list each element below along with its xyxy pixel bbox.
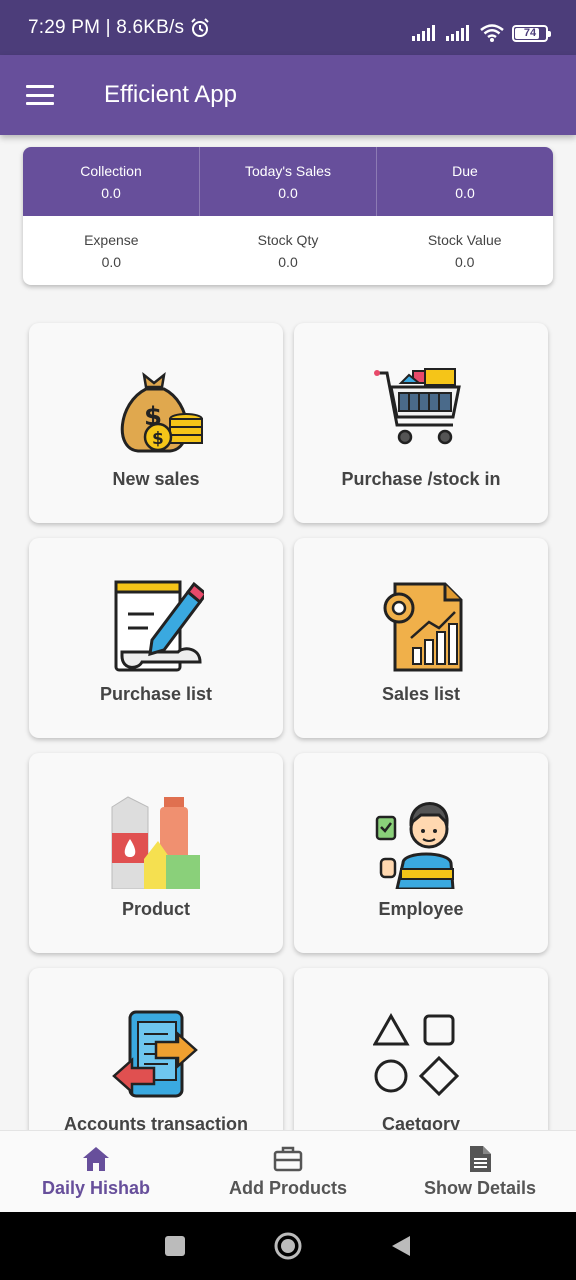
tile-label: Sales list	[381, 684, 461, 704]
tile-label: Purchase list	[99, 684, 213, 704]
summary-label: Stock Qty	[257, 231, 319, 248]
purchase-list-tile[interactable]: Purchase list	[29, 538, 283, 738]
report-chart-icon	[383, 582, 463, 672]
hamburger-menu-icon[interactable]	[26, 85, 54, 105]
home-icon	[83, 1147, 109, 1171]
signal-icon	[446, 25, 469, 41]
money-bag-icon: $ $	[120, 371, 203, 453]
back-icon[interactable]	[390, 1234, 412, 1258]
summary-label: Expense	[84, 231, 139, 248]
sales-list-tile[interactable]: Sales list	[294, 538, 548, 738]
app-bar: Efficient App	[0, 55, 576, 135]
nav-label: Show Details	[423, 1178, 537, 1198]
summary-stock-value: Stock Value 0.0	[376, 216, 553, 285]
summary-due: Due 0.0	[377, 147, 553, 216]
summary-value: 0.0	[455, 184, 475, 201]
nav-show-details[interactable]: Show Details	[384, 1131, 576, 1212]
svg-text:$: $	[152, 429, 164, 449]
battery-icon: 74	[512, 24, 551, 42]
summary-stock-qty: Stock Qty 0.0	[200, 216, 377, 285]
summary-label: Today's Sales	[245, 162, 331, 179]
battery-level: 74	[523, 27, 537, 39]
nav-daily-hishab[interactable]: Daily Hishab	[0, 1131, 192, 1212]
product-tile[interactable]: Product	[29, 753, 283, 953]
wifi-icon	[480, 24, 504, 42]
summary-label: Stock Value	[427, 231, 502, 248]
summary-label: Due	[452, 162, 478, 179]
tile-label: Purchase /stock in	[341, 469, 501, 489]
tile-label: Product	[121, 899, 190, 919]
summary-collection: Collection 0.0	[23, 147, 200, 216]
summary-value: 0.0	[101, 253, 122, 270]
shopping-cart-icon	[374, 368, 461, 445]
summary-card: Collection 0.0 Today's Sales 0.0 Due 0.0…	[23, 147, 553, 285]
document-icon	[470, 1146, 491, 1172]
employee-icon	[375, 802, 455, 889]
app-title: Efficient App	[104, 81, 237, 108]
signal-icon	[412, 25, 435, 41]
briefcase-icon	[273, 1146, 303, 1172]
summary-value: 0.0	[278, 184, 298, 201]
nav-add-products[interactable]: Add Products	[192, 1131, 384, 1212]
tile-label: Employee	[378, 899, 464, 919]
purchase-stock-in-tile[interactable]: Purchase /stock in	[294, 323, 548, 523]
alarm-clock-icon	[191, 17, 209, 37]
shapes-icon	[373, 1012, 460, 1097]
summary-label: Collection	[80, 162, 142, 179]
home-button-icon[interactable]	[273, 1231, 303, 1261]
summary-value: 0.0	[454, 253, 475, 270]
tile-label: New sales	[112, 469, 200, 489]
system-navigation-bar	[0, 1212, 576, 1280]
nav-label: Daily Hishab	[41, 1178, 151, 1198]
transaction-icon	[112, 1010, 198, 1098]
notepad-pencil-icon	[114, 580, 204, 672]
recent-apps-icon[interactable]	[164, 1235, 186, 1257]
summary-expense: Expense 0.0	[23, 216, 200, 285]
status-time: 7:29 PM | 8.6KB/s	[28, 16, 185, 38]
new-sales-tile[interactable]: $ $ New sales	[29, 323, 283, 523]
bottom-navigation: Daily Hishab Add Products Show Details	[0, 1130, 576, 1212]
nav-label: Add Products	[228, 1178, 347, 1198]
summary-value: 0.0	[101, 184, 121, 201]
employee-tile[interactable]: Employee	[294, 753, 548, 953]
summary-value: 0.0	[278, 253, 298, 270]
groceries-icon	[111, 796, 200, 889]
summary-todays-sales: Today's Sales 0.0	[200, 147, 377, 216]
status-bar: 7:29 PM | 8.6KB/s 74	[0, 0, 576, 55]
